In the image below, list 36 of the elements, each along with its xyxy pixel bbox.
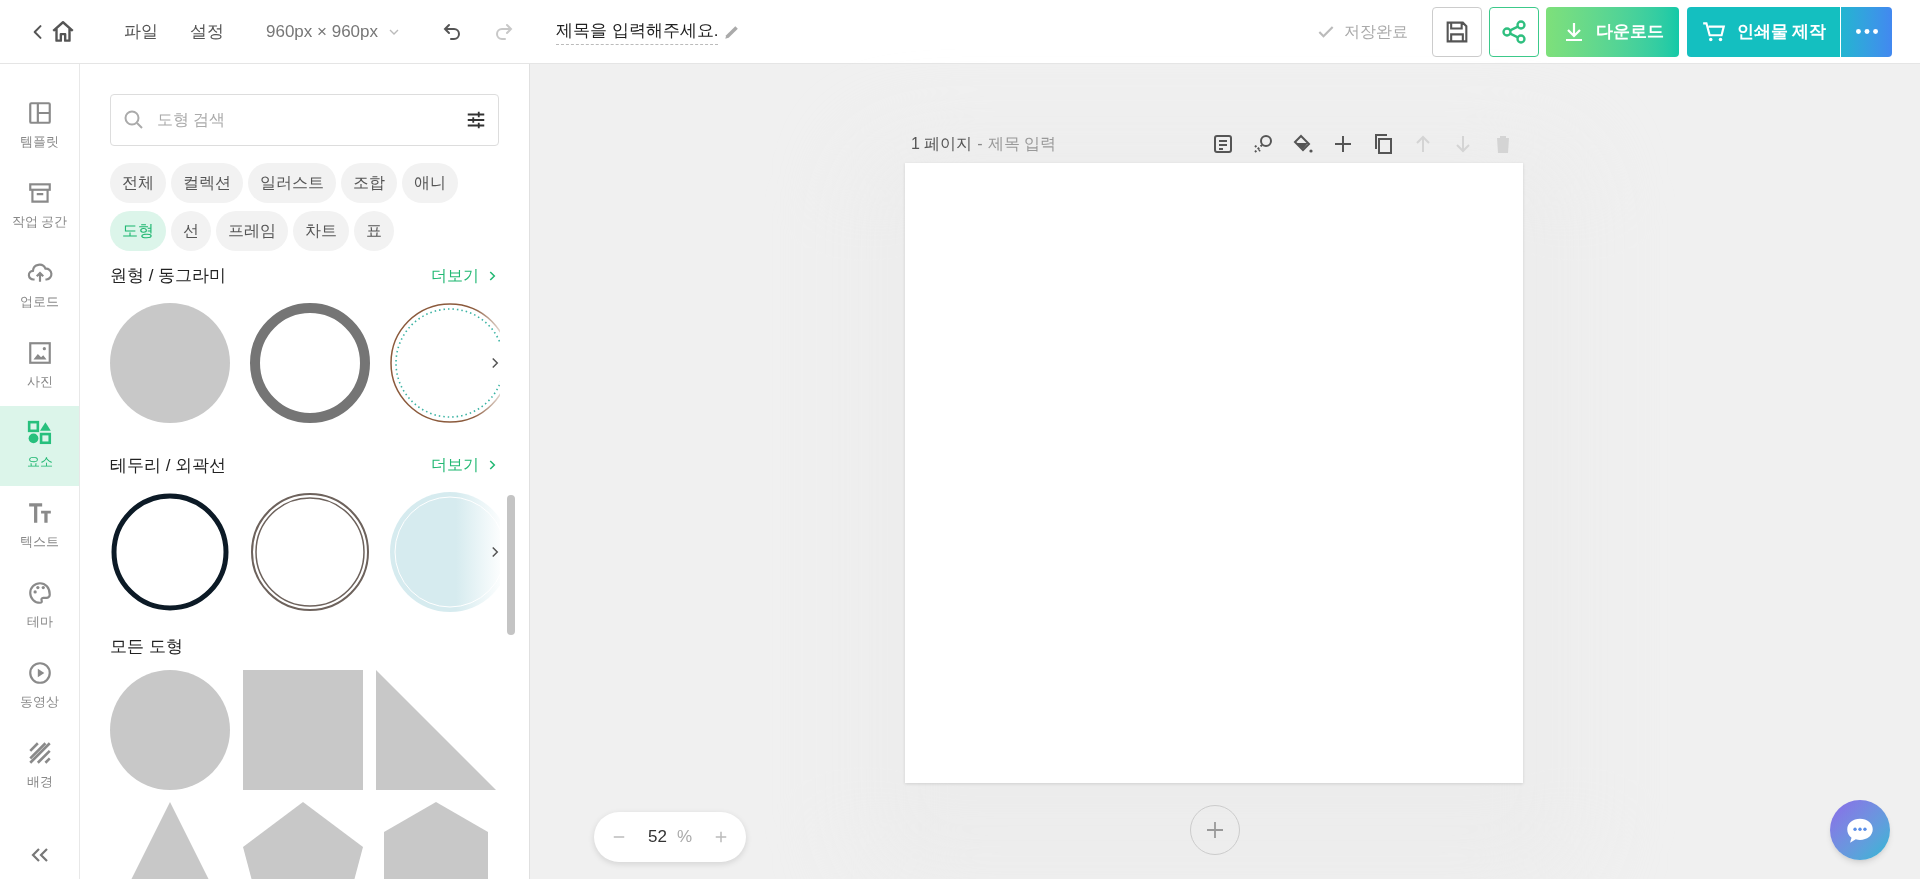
category-chip[interactable]: 컬렉션 [171,163,243,203]
category-chip[interactable]: 표 [354,211,394,251]
print-order-button[interactable]: 인쇄물 제작 [1687,6,1840,57]
section-title: 모든 도형 [110,636,183,658]
document-title[interactable]: 제목을 입력해주세요. [556,17,719,46]
rail-tab[interactable]: 텍스트 [0,486,79,566]
page-number: 1 페이지 [911,134,973,154]
category-chip[interactable]: 선 [171,211,211,251]
category-chip[interactable]: 일러스트 [248,163,336,203]
separator: - [977,134,983,154]
category-chip[interactable]: 도형 [110,211,166,251]
rail-tab[interactable]: 작업 공간 [0,166,79,246]
category-chip[interactable]: 프레임 [216,211,288,251]
more-link[interactable]: 더보기 [431,263,499,288]
rail-tab[interactable]: 업로드 [0,246,79,326]
page-title-field[interactable]: 제목 입력 [987,132,1057,156]
category-chip[interactable]: 애니 [402,163,458,203]
more-link[interactable]: 더보기 [431,453,499,478]
search-field[interactable]: 도형 검색 [110,94,499,146]
rail-tab[interactable]: 배경 [0,726,79,806]
size-dropdown[interactable]: 960px × 960px [266,18,402,45]
rail-tab[interactable]: 요소 [0,406,79,486]
menu-item[interactable]: 파일 [124,18,158,45]
section-title: 원형 / 동그라미 [110,265,227,287]
rail-tab[interactable]: 테마 [0,566,79,646]
zoom-value[interactable]: 52 [647,824,667,850]
category-chip[interactable]: 차트 [293,211,349,251]
menu-item[interactable]: 설정 [190,18,224,45]
section-title: 테두리 / 외곽선 [110,454,227,477]
save-status: 저장완료 [1344,21,1408,42]
category-chip[interactable]: 전체 [110,163,166,203]
rail-tab[interactable]: 동영상 [0,646,79,726]
zoom-unit: % [676,826,692,849]
rail-tab[interactable]: 템플릿 [0,86,79,166]
rail-tab[interactable]: 사진 [0,326,79,406]
category-chip[interactable]: 조합 [341,163,397,203]
